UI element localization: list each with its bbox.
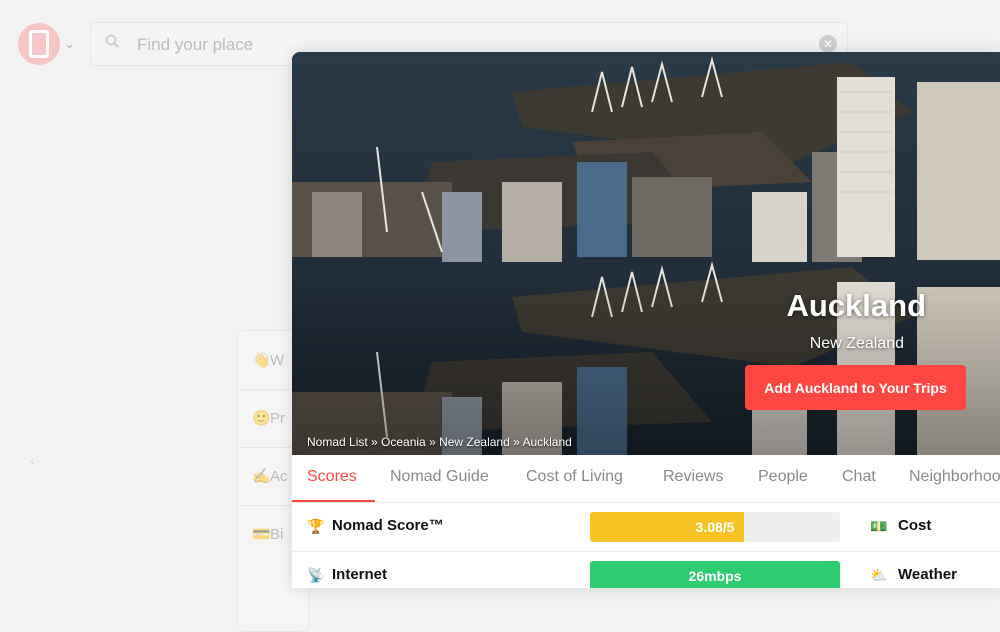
tab-reviews[interactable]: Reviews: [663, 468, 723, 486]
clear-icon[interactable]: ✕: [819, 35, 837, 53]
city-hero-image: Auckland New Zealand Add Auckland to You…: [292, 52, 1000, 455]
side-menu-item-label: Pr: [270, 410, 285, 427]
card-icon: 💳: [252, 526, 271, 543]
score-bar: 3.08/5: [590, 512, 840, 542]
satellite-icon: 📡: [307, 567, 325, 583]
breadcrumb[interactable]: Nomad List » Oceania » New Zealand » Auc…: [307, 435, 572, 449]
side-menu-item-label: W: [270, 352, 285, 369]
active-tab-indicator: [292, 500, 375, 502]
wave-icon: 👋: [252, 352, 271, 369]
trophy-icon: 🏆: [307, 518, 325, 534]
side-menu-item-label: Bi: [270, 526, 284, 543]
score-row[interactable]: 📡 Internet 26mbps ⛅ Weather: [292, 552, 1000, 588]
side-menu-item-label: Ac: [270, 468, 288, 485]
chevron-left-icon[interactable]: ‹: [30, 452, 35, 468]
search-icon: [105, 34, 119, 48]
score-bar: 26mbps: [590, 561, 840, 588]
chevron-down-icon[interactable]: ⌄: [64, 36, 75, 52]
logo[interactable]: [18, 23, 60, 65]
score-label: Internet: [332, 566, 388, 583]
city-modal: Auckland New Zealand Add Auckland to You…: [292, 52, 1000, 588]
cloud-icon: ⛅: [870, 567, 888, 583]
score-label: Cost: [898, 517, 932, 534]
tab-neighborhoods[interactable]: Neighborhoo: [909, 468, 1000, 486]
tab-bar: Scores Nomad Guide Cost of Living Review…: [292, 455, 1000, 503]
money-icon: 💵: [870, 518, 888, 534]
tab-scores[interactable]: Scores: [307, 468, 357, 486]
tab-people[interactable]: People: [758, 468, 808, 486]
score-label: Weather: [898, 566, 957, 583]
pencil-icon: ✍: [252, 468, 271, 485]
score-row[interactable]: 🏆 Nomad Score™ 3.08/5 💵 Cost: [292, 503, 1000, 552]
score-label: Nomad Score™: [332, 517, 444, 534]
tab-cost-of-living[interactable]: Cost of Living: [526, 468, 623, 486]
city-country: New Zealand: [809, 335, 904, 352]
tab-chat[interactable]: Chat: [842, 468, 876, 486]
add-to-trips-button[interactable]: Add Auckland to Your Trips: [745, 365, 966, 410]
score-value: 3.08/5: [695, 519, 735, 535]
tab-nomad-guide[interactable]: Nomad Guide: [390, 468, 489, 486]
city-name: Auckland: [786, 288, 926, 323]
smile-icon: 🙂: [252, 410, 271, 427]
score-value: 26mbps: [688, 568, 742, 584]
map-logo-icon: [29, 30, 49, 58]
